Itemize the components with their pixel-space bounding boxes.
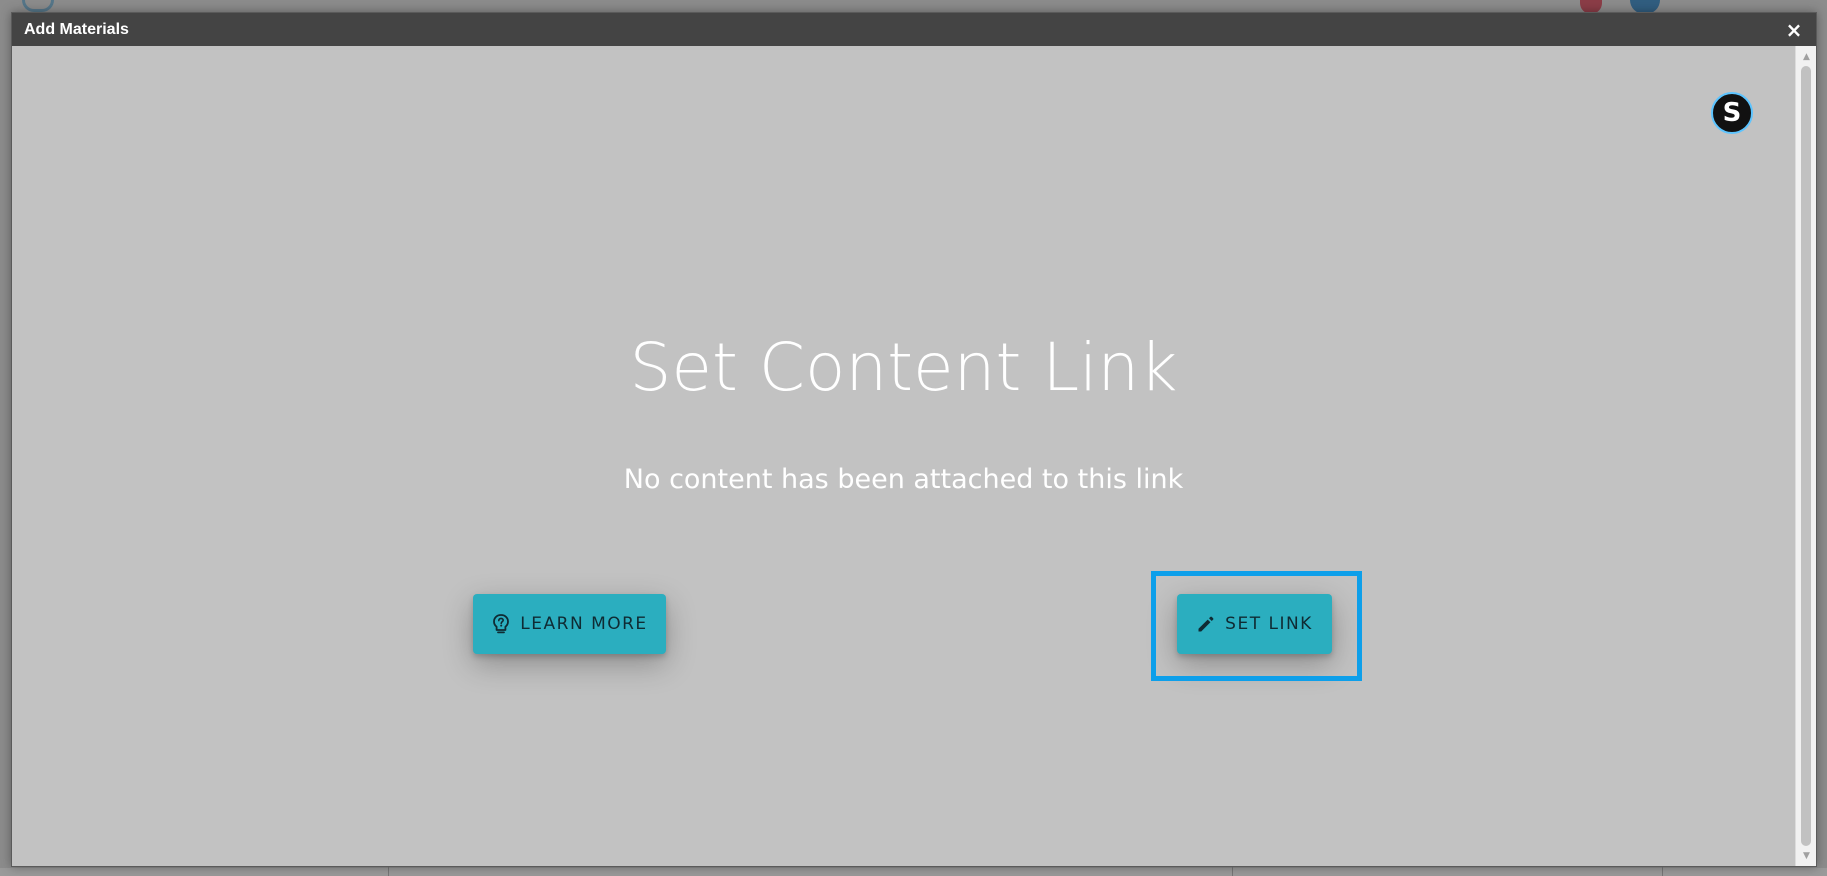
close-button[interactable]: × bbox=[1782, 18, 1806, 42]
background-divider bbox=[1232, 866, 1233, 876]
content-subtitle: No content has been attached to this lin… bbox=[623, 464, 1184, 495]
learn-more-label: LEARN MORE bbox=[520, 614, 648, 634]
modal-titlebar: Add Materials × bbox=[12, 13, 1816, 46]
background-divider bbox=[388, 866, 389, 876]
add-materials-modal: Add Materials × S Set Content Link No co… bbox=[11, 12, 1817, 867]
background-divider bbox=[1662, 866, 1663, 876]
scroll-up-icon[interactable]: ▲ bbox=[1796, 48, 1817, 65]
scroll-down-icon[interactable]: ▼ bbox=[1796, 847, 1817, 864]
modal-body: S Set Content Link No content has been a… bbox=[12, 46, 1795, 866]
learn-more-button[interactable]: LEARN MORE bbox=[473, 594, 666, 654]
content-title: Set Content Link bbox=[629, 329, 1178, 406]
vertical-scrollbar[interactable]: ▲ ▼ bbox=[1795, 46, 1816, 866]
scroll-thumb[interactable] bbox=[1801, 66, 1811, 846]
modal-title: Add Materials bbox=[24, 20, 129, 38]
app-logo bbox=[22, 0, 54, 12]
lightbulb-question-icon bbox=[491, 613, 511, 635]
badge-letter: S bbox=[1722, 97, 1742, 128]
background-footer bbox=[0, 868, 1827, 876]
highlight-box bbox=[1151, 571, 1362, 681]
s-circle-icon[interactable]: S bbox=[1711, 92, 1753, 134]
